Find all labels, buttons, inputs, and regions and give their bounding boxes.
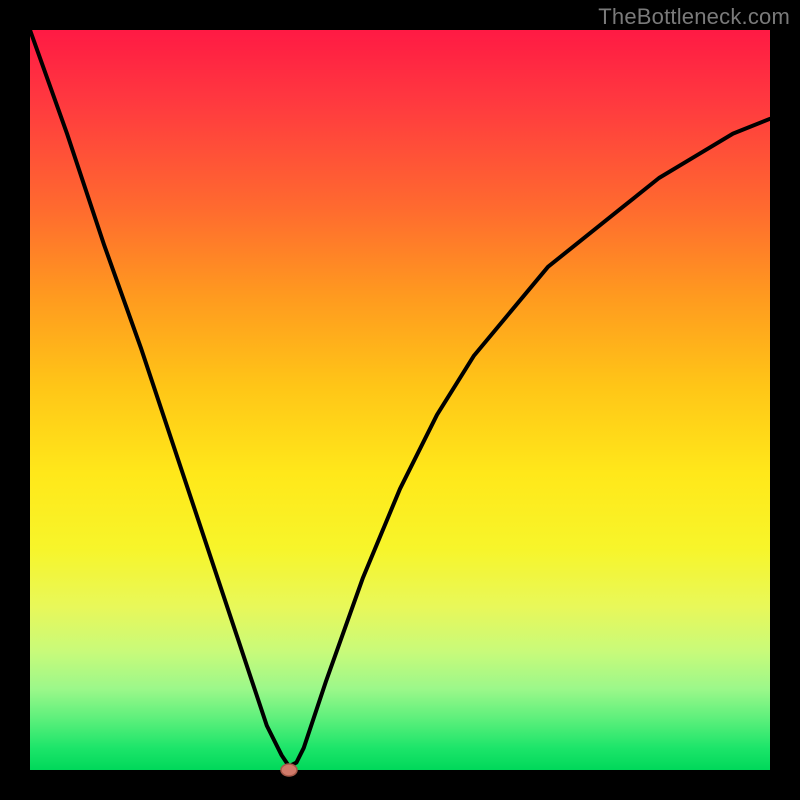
bottleneck-curve (30, 30, 770, 766)
plot-area (30, 30, 770, 770)
optimal-marker (281, 764, 297, 776)
plot-svg (30, 30, 770, 770)
watermark-text: TheBottleneck.com (598, 4, 790, 30)
chart-stage: TheBottleneck.com (0, 0, 800, 800)
